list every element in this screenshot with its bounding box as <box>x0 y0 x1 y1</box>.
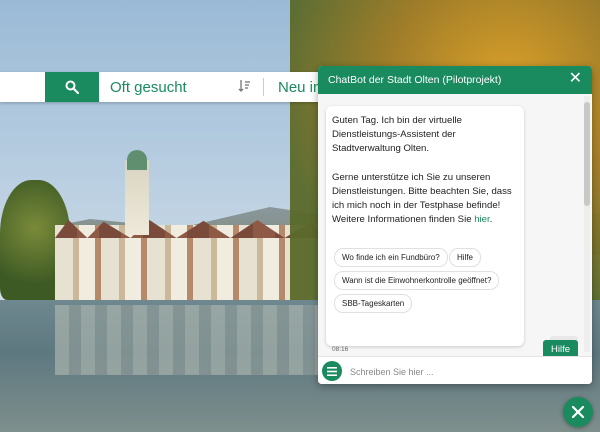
new-in-link[interactable]: Neu in <box>278 79 321 96</box>
message-timestamp: 08:16 <box>332 346 349 353</box>
church-tower-dome <box>127 150 147 170</box>
bot-message-end: . <box>489 214 493 226</box>
chatbot-header: ChatBot der Stadt Olten (Pilotprojekt) ✕ <box>318 66 592 94</box>
scrollbar[interactable] <box>584 96 590 352</box>
bot-message-text: Guten Tag. Ich bin der virtuelle Dienstl… <box>332 114 522 241</box>
suggestion-chip-sbb[interactable]: SBB-Tageskarten <box>334 294 413 313</box>
search-bar: Oft gesucht Neu in <box>0 72 321 102</box>
suggestion-chip-fundbuero[interactable]: Wo finde ich ein Fundbüro? <box>334 248 448 267</box>
hamburger-icon <box>327 366 337 376</box>
chat-messages[interactable]: Guten Tag. Ich bin der virtuelle Dienstl… <box>318 94 592 356</box>
search-button[interactable] <box>45 72 99 102</box>
search-icon <box>65 80 79 94</box>
bot-message-bubble: Guten Tag. Ich bin der virtuelle Dienstl… <box>326 106 524 346</box>
suggestion-chip-hilfe[interactable]: Hilfe <box>449 248 482 267</box>
chat-message-input[interactable] <box>348 363 582 381</box>
separator <box>263 78 264 96</box>
close-icon <box>571 405 585 419</box>
chatbot-panel: ChatBot der Stadt Olten (Pilotprojekt) ✕… <box>318 66 592 384</box>
bot-message-paragraph-1: Guten Tag. Ich bin der virtuelle Dienstl… <box>332 115 462 155</box>
menu-button[interactable] <box>322 361 342 381</box>
search-input[interactable] <box>0 72 45 102</box>
scrollbar-thumb[interactable] <box>584 102 590 206</box>
church-tower <box>125 160 149 235</box>
chat-input-row <box>318 356 592 384</box>
popular-searches-link[interactable]: Oft gesucht <box>110 79 187 96</box>
river-reflection <box>55 305 325 375</box>
more-info-link[interactable]: hier <box>474 214 489 225</box>
chatbot-title: ChatBot der Stadt Olten (Pilotprojekt) <box>328 74 502 86</box>
sort-icon[interactable] <box>238 79 251 95</box>
suggestion-chip-einwohnerkontrolle[interactable]: Wann ist die Einwohnerkontrolle geöffnet… <box>334 271 500 290</box>
chatbot-toggle-button[interactable] <box>563 397 593 427</box>
close-icon[interactable]: ✕ <box>569 71 582 87</box>
